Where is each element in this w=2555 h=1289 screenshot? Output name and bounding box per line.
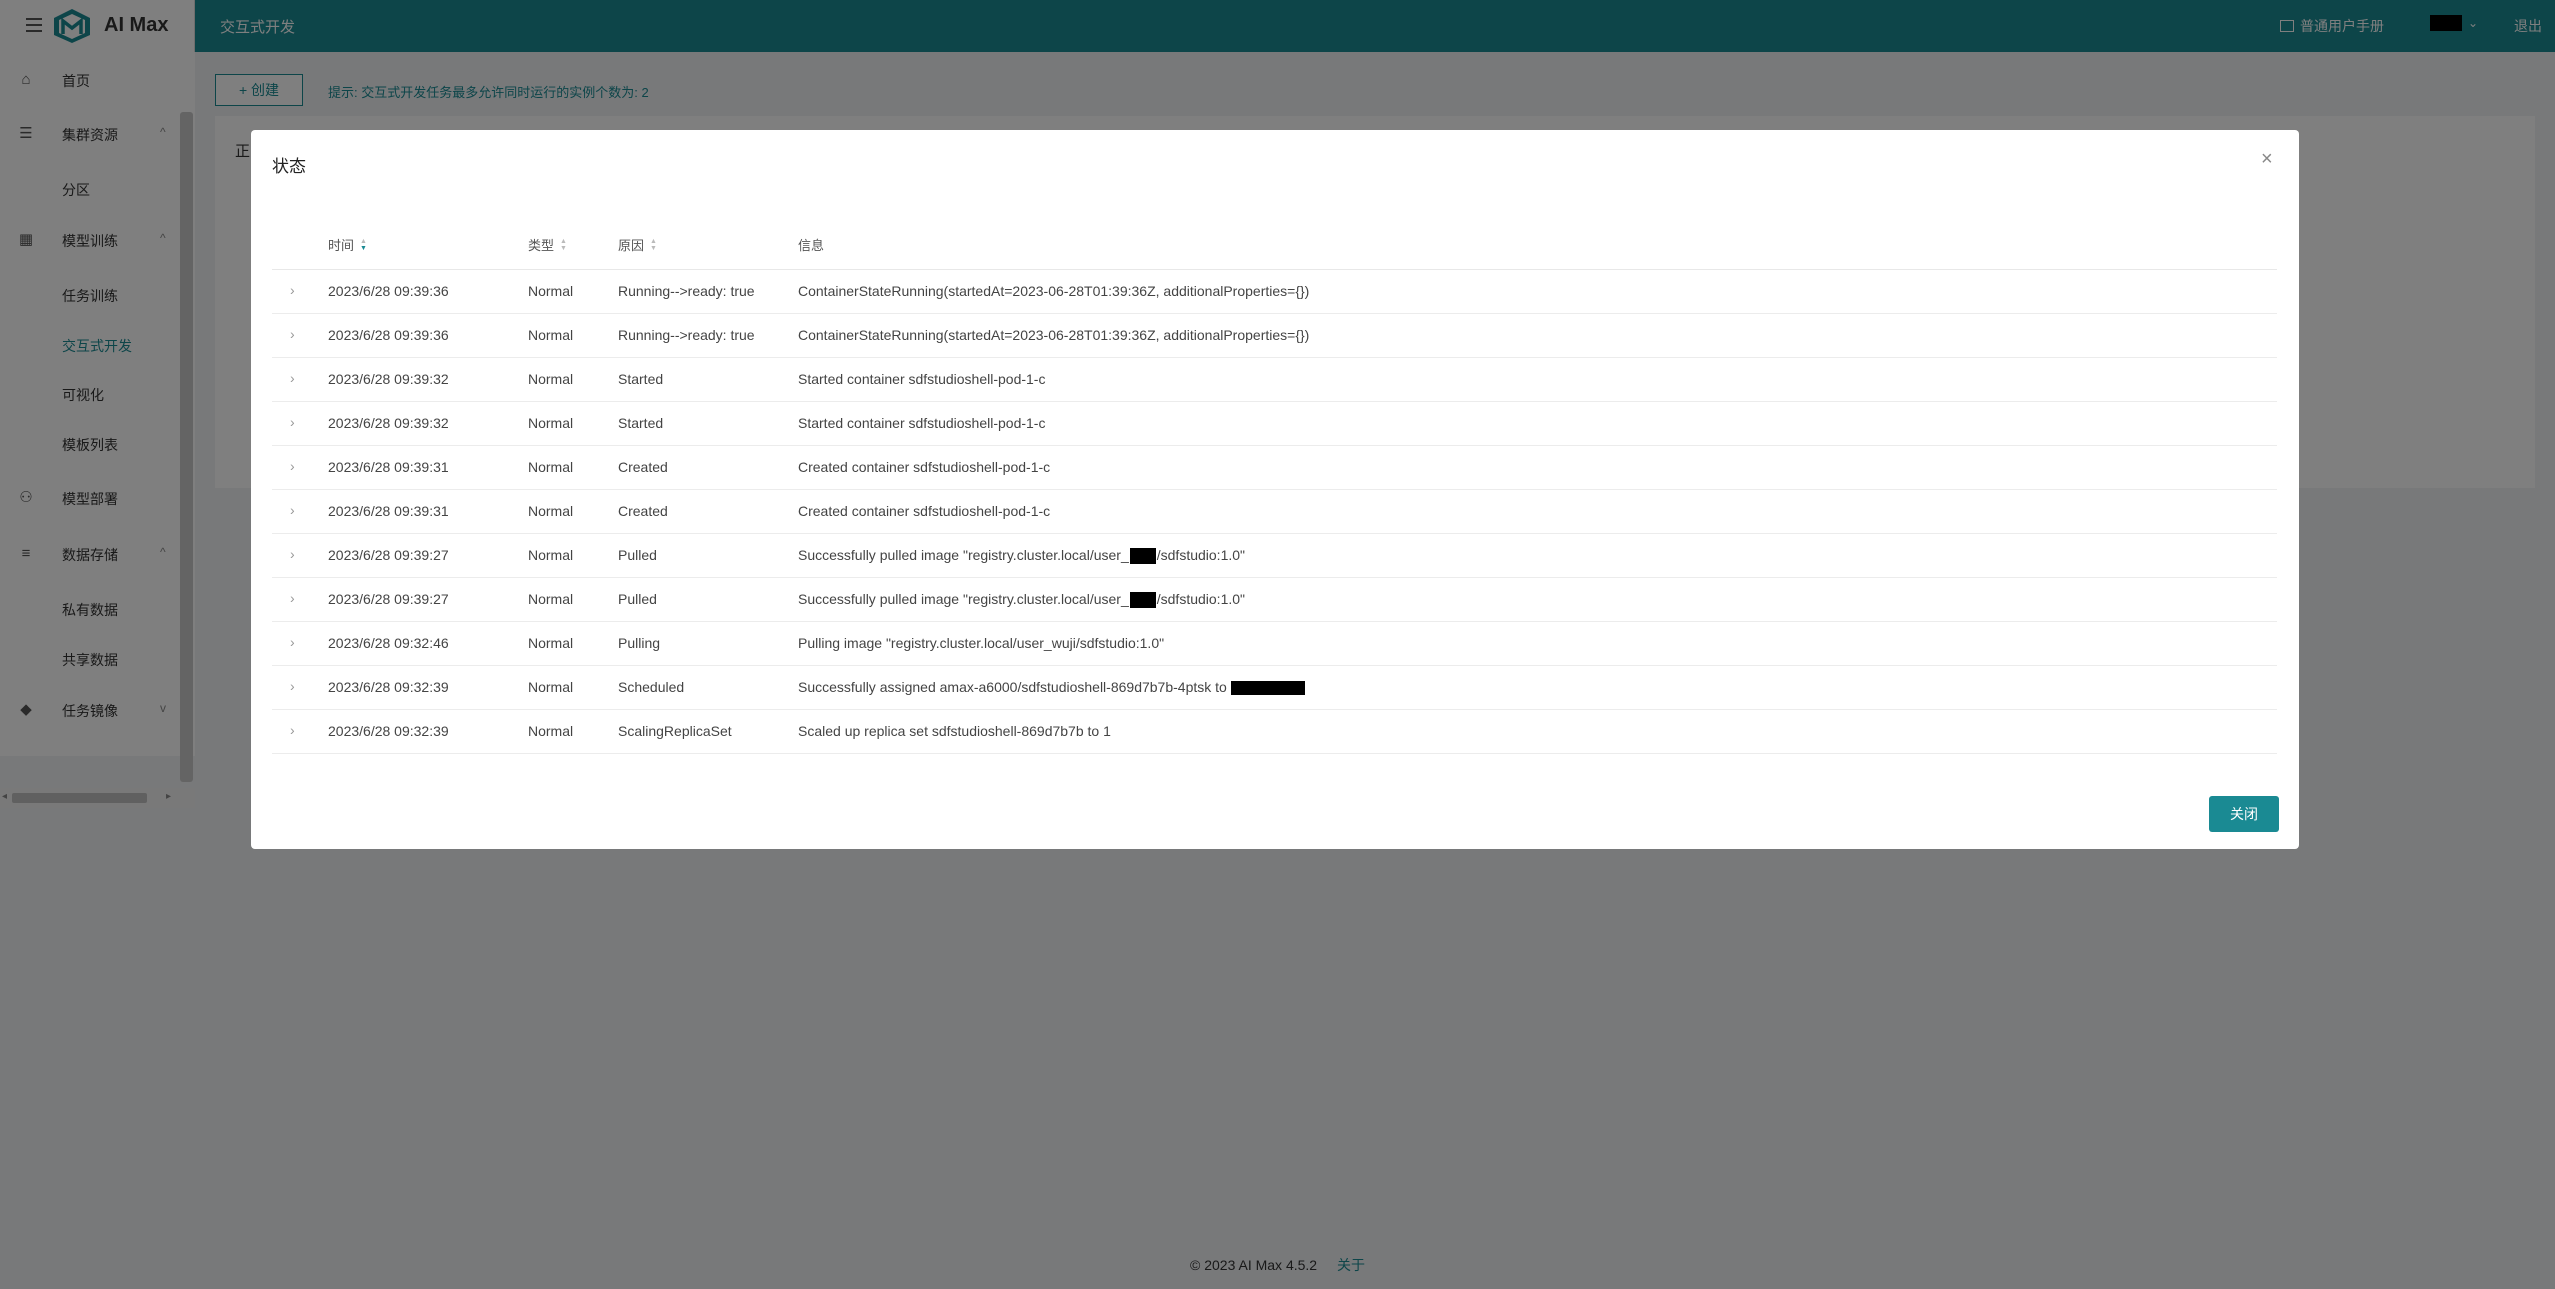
cell-type: Normal bbox=[528, 327, 574, 343]
expand-row-icon[interactable]: › bbox=[290, 414, 295, 430]
status-table: 时间 ▲ ▼ 类型 ▲ ▼ 原因 ▲ ▼ 信息 › 2023/6/28 09:39:3… bbox=[272, 207, 2277, 754]
table-row: › 2023/6/28 09:39:31 Normal Created Crea… bbox=[272, 446, 2277, 490]
cell-time: 2023/6/28 09:39:27 bbox=[328, 591, 449, 607]
cell-type: Normal bbox=[528, 459, 574, 475]
cell-reason: Scheduled bbox=[618, 679, 685, 695]
cell-time: 2023/6/28 09:39:32 bbox=[328, 415, 449, 431]
cell-type: Normal bbox=[528, 635, 574, 651]
cell-type: Normal bbox=[528, 503, 574, 519]
column-reason[interactable]: 原因 ▲ ▼ bbox=[618, 235, 657, 254]
expand-row-icon[interactable]: › bbox=[290, 678, 295, 694]
column-label: 信息 bbox=[798, 238, 825, 253]
cell-reason: Pulled bbox=[618, 547, 657, 563]
cell-type: Normal bbox=[528, 547, 574, 563]
expand-row-icon[interactable]: › bbox=[290, 370, 295, 386]
cell-info: Created container sdfstudioshell-pod-1-c bbox=[798, 459, 1051, 475]
sort-icon[interactable]: ▲ ▼ bbox=[360, 238, 367, 252]
expand-row-icon[interactable]: › bbox=[290, 590, 295, 606]
cell-time: 2023/6/28 09:32:39 bbox=[328, 723, 449, 739]
cell-info: Successfully assigned amax-a6000/sdfstud… bbox=[798, 679, 1305, 696]
cell-time: 2023/6/28 09:39:31 bbox=[328, 459, 449, 475]
table-row: › 2023/6/28 09:39:32 Normal Started Star… bbox=[272, 402, 2277, 446]
cell-type: Normal bbox=[528, 723, 574, 739]
table-row: › 2023/6/28 09:32:39 Normal ScalingRepli… bbox=[272, 710, 2277, 754]
cell-reason: Created bbox=[618, 503, 668, 519]
cell-time: 2023/6/28 09:39:31 bbox=[328, 503, 449, 519]
cell-info: ContainerStateRunning(startedAt=2023-06-… bbox=[798, 327, 1310, 343]
cell-info: Pulling image "registry.cluster.local/us… bbox=[798, 635, 1165, 651]
cell-info: Successfully pulled image "registry.clus… bbox=[798, 591, 1245, 609]
cell-type: Normal bbox=[528, 371, 574, 387]
table-row: › 2023/6/28 09:39:36 Normal Running-->re… bbox=[272, 314, 2277, 358]
cell-reason: Created bbox=[618, 459, 668, 475]
info-part: Successfully pulled image "registry.clus… bbox=[798, 547, 1129, 563]
column-info: 信息 bbox=[798, 235, 824, 254]
cell-info: Started container sdfstudioshell-pod-1-c bbox=[798, 415, 1046, 431]
table-row: › 2023/6/28 09:32:39 Normal Scheduled Su… bbox=[272, 666, 2277, 710]
cell-time: 2023/6/28 09:39:27 bbox=[328, 547, 449, 563]
expand-row-icon[interactable]: › bbox=[290, 282, 295, 298]
cell-info: Started container sdfstudioshell-pod-1-c bbox=[798, 371, 1046, 387]
cell-reason: Pulled bbox=[618, 591, 657, 607]
column-type[interactable]: 类型 ▲ ▼ bbox=[528, 235, 567, 254]
expand-row-icon[interactable]: › bbox=[290, 722, 295, 738]
cell-reason: Running-->ready: true bbox=[618, 327, 755, 343]
cell-reason: Started bbox=[618, 415, 664, 431]
cell-info: ContainerStateRunning(startedAt=2023-06-… bbox=[798, 283, 1310, 299]
sort-icon[interactable]: ▲ ▼ bbox=[650, 238, 657, 252]
cell-reason: ScalingReplicaSet bbox=[618, 723, 732, 739]
info-part: /sdfstudio:1.0" bbox=[1156, 547, 1245, 563]
redacted-username bbox=[1129, 548, 1156, 565]
table-row: › 2023/6/28 09:32:46 Normal Pulling Pull… bbox=[272, 622, 2277, 666]
cell-reason: Running-->ready: true bbox=[618, 283, 755, 299]
info-part: Successfully assigned amax-a6000/sdfstud… bbox=[798, 679, 1227, 695]
cell-type: Normal bbox=[528, 679, 574, 695]
modal-title: 状态 bbox=[272, 157, 306, 176]
info-part: Successfully pulled image "registry.clus… bbox=[798, 591, 1129, 607]
expand-row-icon[interactable]: › bbox=[290, 458, 295, 474]
cell-info: Created container sdfstudioshell-pod-1-c bbox=[798, 503, 1051, 519]
cell-type: Normal bbox=[528, 283, 574, 299]
table-row: › 2023/6/28 09:39:27 Normal Pulled Succe… bbox=[272, 578, 2277, 622]
expand-row-icon[interactable]: › bbox=[290, 546, 295, 562]
info-part: /sdfstudio:1.0" bbox=[1156, 591, 1245, 607]
cell-info: Successfully pulled image "registry.clus… bbox=[798, 547, 1245, 565]
table-row: › 2023/6/28 09:39:36 Normal Running-->re… bbox=[272, 270, 2277, 314]
close-button[interactable]: 关闭 bbox=[2209, 796, 2279, 832]
cell-time: 2023/6/28 09:32:39 bbox=[328, 679, 449, 695]
expand-row-icon[interactable]: › bbox=[290, 326, 295, 342]
status-modal: 状态 × 时间 ▲ ▼ 类型 ▲ ▼ 原因 ▲ ▼ 信息 › 2023/6/28 09… bbox=[251, 130, 2299, 849]
redacted-username bbox=[1129, 592, 1156, 609]
redacted-node-name bbox=[1230, 681, 1305, 696]
column-label: 类型 bbox=[528, 238, 555, 253]
close-icon[interactable]: × bbox=[2261, 148, 2273, 171]
column-label: 时间 bbox=[328, 238, 355, 253]
expand-row-icon[interactable]: › bbox=[290, 634, 295, 650]
table-row: › 2023/6/28 09:39:27 Normal Pulled Succe… bbox=[272, 534, 2277, 578]
sort-icon[interactable]: ▲ ▼ bbox=[560, 238, 567, 252]
cell-time: 2023/6/28 09:32:46 bbox=[328, 635, 449, 651]
cell-type: Normal bbox=[528, 415, 574, 431]
cell-time: 2023/6/28 09:39:32 bbox=[328, 371, 449, 387]
expand-row-icon[interactable]: › bbox=[290, 502, 295, 518]
cell-info: Scaled up replica set sdfstudioshell-869… bbox=[798, 723, 1111, 739]
cell-time: 2023/6/28 09:39:36 bbox=[328, 283, 449, 299]
table-header: 时间 ▲ ▼ 类型 ▲ ▼ 原因 ▲ ▼ 信息 bbox=[272, 207, 2277, 270]
table-row: › 2023/6/28 09:39:32 Normal Started Star… bbox=[272, 358, 2277, 402]
table-row: › 2023/6/28 09:39:31 Normal Created Crea… bbox=[272, 490, 2277, 534]
cell-time: 2023/6/28 09:39:36 bbox=[328, 327, 449, 343]
column-time[interactable]: 时间 ▲ ▼ bbox=[328, 235, 367, 254]
cell-reason: Started bbox=[618, 371, 664, 387]
cell-type: Normal bbox=[528, 591, 574, 607]
cell-reason: Pulling bbox=[618, 635, 661, 651]
column-label: 原因 bbox=[618, 238, 645, 253]
